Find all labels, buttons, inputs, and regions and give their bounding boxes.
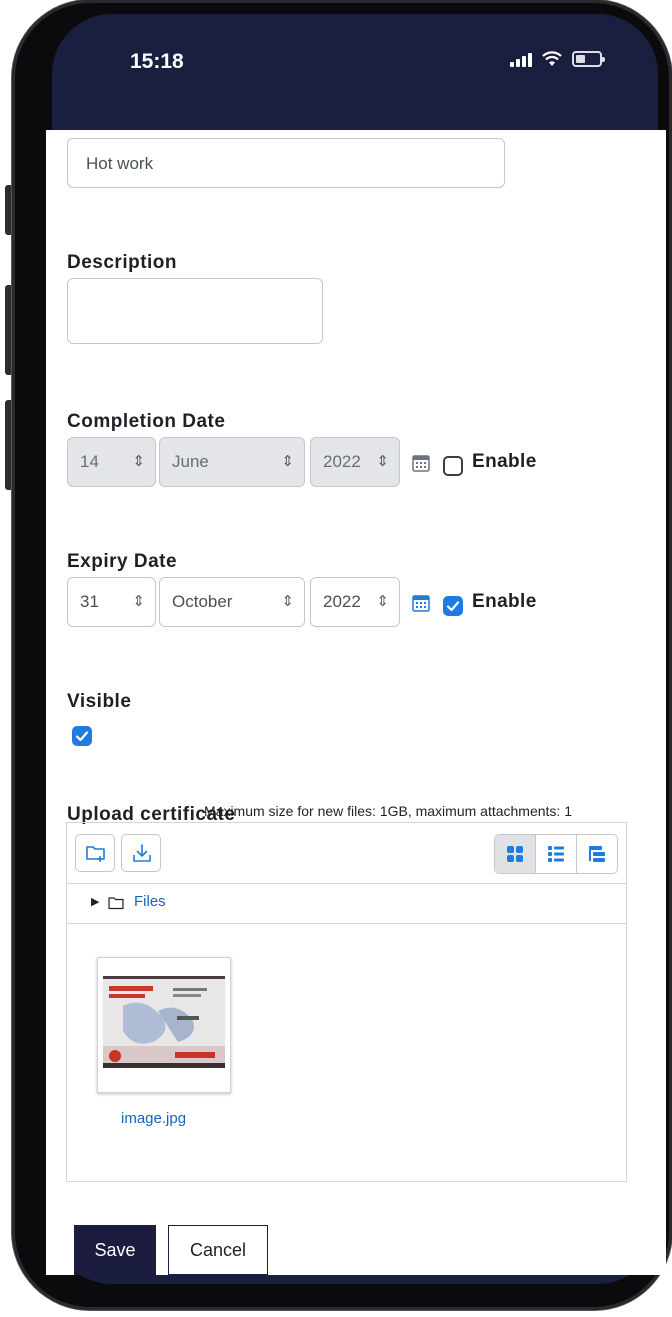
completion-month-select[interactable]: June ⇕ bbox=[159, 437, 305, 487]
view-icons-button[interactable] bbox=[495, 835, 535, 873]
completion-day-select[interactable]: 14 ⇕ bbox=[67, 437, 156, 487]
save-button[interactable]: Save bbox=[74, 1225, 156, 1275]
wifi-icon bbox=[542, 51, 562, 66]
files-folder-link[interactable]: Files bbox=[134, 893, 166, 910]
expiry-enable-label: Enable bbox=[472, 591, 537, 612]
cancel-button[interactable]: Cancel bbox=[168, 1225, 268, 1275]
completion-enable-checkbox[interactable] bbox=[443, 456, 463, 476]
chevron-updown-icon: ⇕ bbox=[376, 593, 389, 610]
grid-icon bbox=[507, 846, 523, 862]
chevron-updown-icon: ⇕ bbox=[132, 453, 145, 470]
file-picker-path: ▶ Files bbox=[67, 883, 626, 924]
visible-label: Visible bbox=[67, 691, 132, 712]
chevron-updown-icon: ⇕ bbox=[132, 593, 145, 610]
file-picker: ▶ Files image.jpg bbox=[66, 822, 627, 1182]
list-icon bbox=[548, 846, 564, 862]
status-time: 15:18 bbox=[130, 50, 184, 73]
caret-right-icon[interactable]: ▶ bbox=[91, 895, 99, 908]
file-name-link[interactable]: image.jpg bbox=[121, 1110, 186, 1127]
status-bar: 15:18 bbox=[52, 14, 658, 94]
tree-icon bbox=[589, 846, 605, 862]
calendar-icon[interactable] bbox=[412, 594, 430, 612]
name-input[interactable]: Hot work bbox=[67, 138, 505, 188]
description-label: Description bbox=[67, 252, 178, 273]
description-textarea[interactable] bbox=[67, 278, 323, 344]
completion-day-value: 14 bbox=[80, 452, 99, 471]
checkmark-icon bbox=[446, 601, 460, 612]
view-tree-button[interactable] bbox=[576, 835, 617, 873]
view-mode-group bbox=[494, 834, 618, 874]
expiry-enable-checkbox[interactable] bbox=[443, 596, 463, 616]
battery-icon bbox=[572, 51, 605, 67]
checkmark-icon bbox=[75, 731, 89, 742]
file-thumbnail[interactable] bbox=[97, 957, 231, 1093]
expiry-year-value: 2022 bbox=[323, 592, 361, 611]
file-picker-toolbar bbox=[67, 823, 626, 884]
chevron-updown-icon: ⇕ bbox=[281, 593, 294, 610]
expiry-month-select[interactable]: October ⇕ bbox=[159, 577, 305, 627]
upload-limits-text: Maximum size for new files: 1GB, maximum… bbox=[204, 803, 572, 819]
expiry-month-value: October bbox=[172, 592, 233, 611]
status-icons bbox=[510, 51, 605, 67]
certificate-image-icon bbox=[103, 976, 225, 1068]
expiry-date-label: Expiry Date bbox=[67, 551, 178, 572]
completion-date-label: Completion Date bbox=[67, 411, 226, 432]
completion-enable-label: Enable bbox=[472, 451, 537, 472]
completion-year-value: 2022 bbox=[323, 452, 361, 471]
download-icon bbox=[133, 844, 151, 862]
calendar-icon[interactable] bbox=[412, 454, 430, 472]
form-content: Hot work Description Completion Date 14 … bbox=[46, 130, 666, 1275]
expiry-day-value: 31 bbox=[80, 592, 99, 611]
completion-year-select[interactable]: 2022 ⇕ bbox=[310, 437, 400, 487]
name-input-value: Hot work bbox=[86, 154, 154, 173]
signal-icon bbox=[510, 51, 532, 67]
chevron-updown-icon: ⇕ bbox=[376, 453, 389, 470]
chevron-updown-icon: ⇕ bbox=[281, 453, 294, 470]
expiry-year-select[interactable]: 2022 ⇕ bbox=[310, 577, 400, 627]
view-list-button[interactable] bbox=[535, 835, 576, 873]
completion-month-value: June bbox=[172, 452, 209, 471]
download-button[interactable] bbox=[121, 834, 161, 872]
create-folder-button[interactable] bbox=[75, 834, 115, 872]
visible-checkbox[interactable] bbox=[72, 726, 92, 746]
folder-icon bbox=[108, 897, 124, 910]
folder-plus-icon bbox=[86, 846, 105, 862]
expiry-day-select[interactable]: 31 ⇕ bbox=[67, 577, 156, 627]
